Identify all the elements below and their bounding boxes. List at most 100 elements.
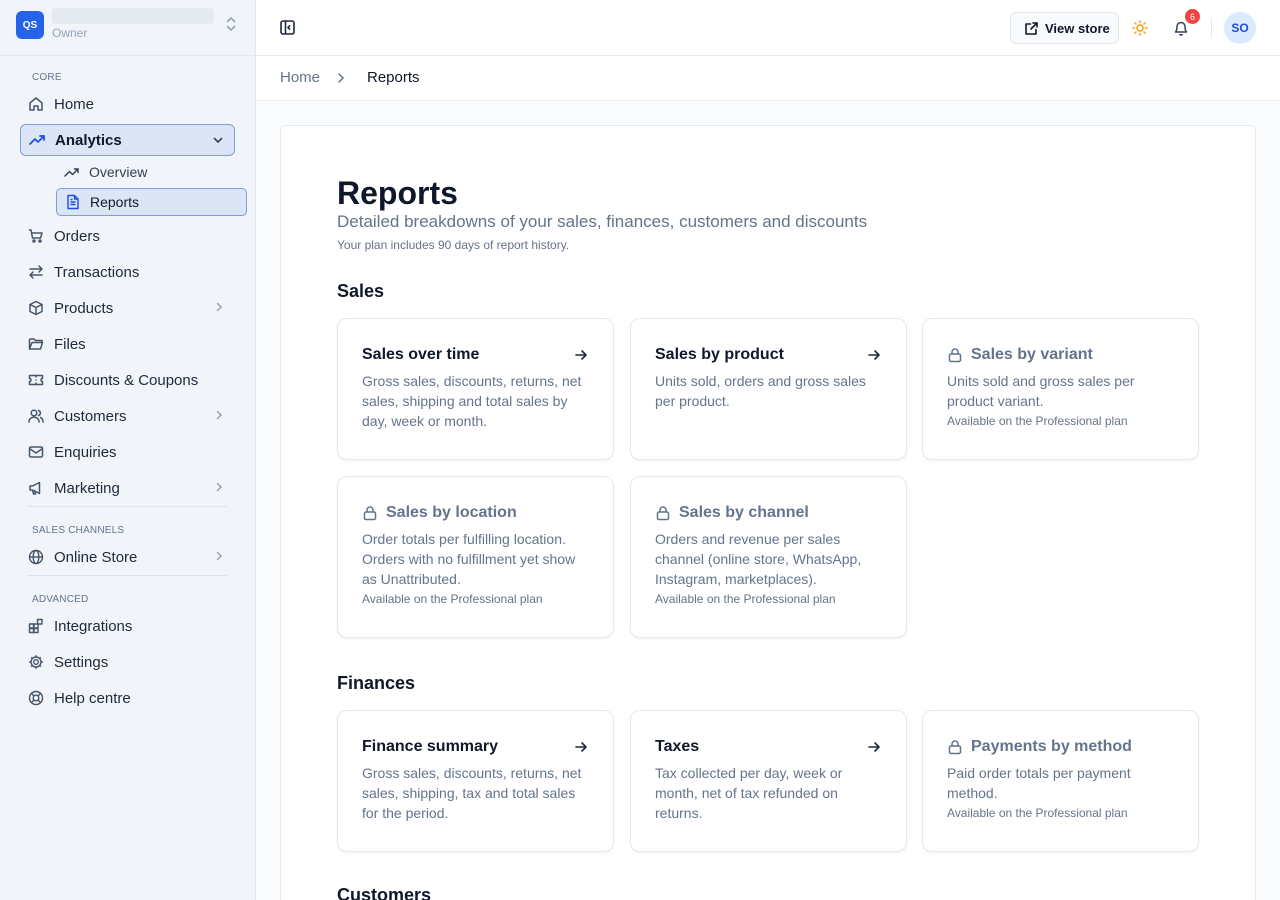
store-switcher[interactable]: QS Owner xyxy=(0,0,255,56)
gear-icon xyxy=(28,654,44,670)
page-subtitle: Detailed breakdowns of your sales, finan… xyxy=(337,212,868,231)
chevron-right-icon xyxy=(213,409,225,421)
megaphone-icon xyxy=(28,480,44,496)
external-link-icon xyxy=(1024,21,1039,36)
blocks-icon xyxy=(28,618,44,634)
sidebar-item-integrations[interactable]: Integrations xyxy=(20,610,235,642)
header-divider xyxy=(1211,18,1212,38)
card-description: Gross sales, discounts, returns, net sal… xyxy=(362,765,582,821)
chevron-right-icon xyxy=(213,550,225,562)
sidebar-divider xyxy=(28,506,227,507)
view-store-button[interactable]: View store xyxy=(1010,12,1119,44)
lock-icon xyxy=(362,505,378,521)
lock-icon xyxy=(655,505,671,521)
plan-requirement: Available on the Professional plan xyxy=(655,592,836,606)
arrow-right-icon xyxy=(867,348,881,362)
bell-icon[interactable] xyxy=(1173,20,1189,36)
sidebar-item-label: Files xyxy=(54,335,86,353)
report-card-sales-by-channel[interactable]: Sales by channel Orders and revenue per … xyxy=(630,476,907,638)
sidebar-item-label: Discounts & Coupons xyxy=(54,371,199,389)
sidebar-item-help[interactable]: Help centre xyxy=(20,682,235,714)
chevron-right-icon xyxy=(213,301,225,313)
plan-requirement: Available on the Professional plan xyxy=(362,592,543,606)
plan-history-note: Your plan includes 90 days of report his… xyxy=(337,238,570,252)
view-store-label: View store xyxy=(1045,20,1110,36)
plan-requirement: Available on the Professional plan xyxy=(947,414,1128,428)
life-buoy-icon xyxy=(28,690,44,706)
store-role: Owner xyxy=(52,26,88,40)
card-title: Taxes xyxy=(655,738,700,755)
arrows-left-right-icon xyxy=(28,264,44,280)
sidebar-item-products[interactable]: Products xyxy=(20,292,235,324)
card-title: Sales by variant xyxy=(971,346,1093,363)
section-title-customers: Customers xyxy=(337,885,432,900)
sidebar-item-label: Transactions xyxy=(54,263,140,281)
arrow-right-icon xyxy=(574,348,588,362)
top-bar: View store 6 SO xyxy=(256,0,1280,56)
sidebar-item-label: Customers xyxy=(54,407,127,425)
arrow-right-icon xyxy=(574,740,588,754)
sidebar-item-label: Enquiries xyxy=(54,443,117,461)
sidebar-item-label: Settings xyxy=(54,653,109,671)
chevron-right-icon xyxy=(336,72,346,84)
report-card-sales-by-location[interactable]: Sales by location Order totals per fulfi… xyxy=(337,476,614,638)
sidebar: QS Owner CORE Home Analytics Overview Re… xyxy=(0,0,256,900)
card-title: Sales by location xyxy=(386,504,517,521)
sidebar-subitem-overview[interactable]: Overview xyxy=(56,158,247,186)
sidebar-item-online-store[interactable]: Online Store xyxy=(20,541,235,573)
sidebar-item-transactions[interactable]: Transactions xyxy=(20,256,235,288)
card-description: Tax collected per day, week or month, ne… xyxy=(655,765,843,821)
chevrons-up-down-icon[interactable] xyxy=(223,15,239,33)
sidebar-item-customers[interactable]: Customers xyxy=(20,400,235,432)
users-icon xyxy=(28,408,44,424)
sidebar-item-settings[interactable]: Settings xyxy=(20,646,235,678)
report-card-payments-by-method[interactable]: Payments by method Paid order totals per… xyxy=(922,710,1199,852)
sidebar-item-home[interactable]: Home xyxy=(20,88,235,120)
card-title: Sales by product xyxy=(655,346,784,363)
card-title: Sales over time xyxy=(362,346,480,363)
sidebar-item-label: Help centre xyxy=(54,689,131,707)
card-title: Sales by channel xyxy=(679,504,809,521)
sidebar-item-orders[interactable]: Orders xyxy=(20,220,235,252)
sidebar-item-marketing[interactable]: Marketing xyxy=(20,472,235,504)
ticket-icon xyxy=(28,372,44,388)
report-card-sales-by-variant[interactable]: Sales by variant Units sold and gross sa… xyxy=(922,318,1199,460)
report-card-sales-over-time[interactable]: Sales over time Gross sales, discounts, … xyxy=(337,318,614,460)
card-description: Order totals per fulfilling location. Or… xyxy=(362,531,576,587)
page-title: Reports xyxy=(337,175,458,211)
sidebar-subitem-reports[interactable]: Reports xyxy=(56,188,247,216)
package-icon xyxy=(28,300,44,316)
sidebar-toggle-icon[interactable] xyxy=(279,19,296,36)
sidebar-item-label: Integrations xyxy=(54,617,133,635)
avatar[interactable]: SO xyxy=(1224,12,1256,44)
report-card-finance-summary[interactable]: Finance summary Gross sales, discounts, … xyxy=(337,710,614,852)
sidebar-item-discounts[interactable]: Discounts & Coupons xyxy=(20,364,235,396)
plan-requirement: Available on the Professional plan xyxy=(947,806,1128,820)
sidebar-item-files[interactable]: Files xyxy=(20,328,235,360)
notification-badge: 6 xyxy=(1185,9,1200,24)
report-card-sales-by-product[interactable]: Sales by product Units sold, orders and … xyxy=(630,318,907,460)
sun-icon[interactable] xyxy=(1132,20,1148,36)
home-icon xyxy=(28,96,44,112)
store-name-placeholder xyxy=(52,8,214,24)
nav-section-sales-channels: SALES CHANNELS xyxy=(32,525,125,536)
chevron-right-icon xyxy=(213,481,225,493)
section-title-sales: Sales xyxy=(337,281,385,301)
shopping-cart-icon xyxy=(28,228,44,244)
sidebar-item-enquiries[interactable]: Enquiries xyxy=(20,436,235,468)
report-card-taxes[interactable]: Taxes Tax collected per day, week or mon… xyxy=(630,710,907,852)
sidebar-item-label: Reports xyxy=(90,194,140,210)
globe-icon xyxy=(28,549,44,565)
sidebar-item-analytics[interactable]: Analytics xyxy=(20,124,235,156)
sidebar-divider xyxy=(28,575,227,576)
card-description: Units sold, orders and gross sales per p… xyxy=(655,373,866,409)
breadcrumb-current: Reports xyxy=(367,69,420,86)
folder-open-icon xyxy=(28,336,44,352)
chevron-down-icon xyxy=(212,134,224,146)
sidebar-item-label: Products xyxy=(54,299,114,317)
trending-up-icon xyxy=(29,132,45,148)
card-description: Orders and revenue per sales channel (on… xyxy=(655,531,862,587)
breadcrumb-home[interactable]: Home xyxy=(280,69,320,86)
card-description: Units sold and gross sales per product v… xyxy=(947,373,1135,409)
sidebar-item-label: Home xyxy=(54,95,95,113)
